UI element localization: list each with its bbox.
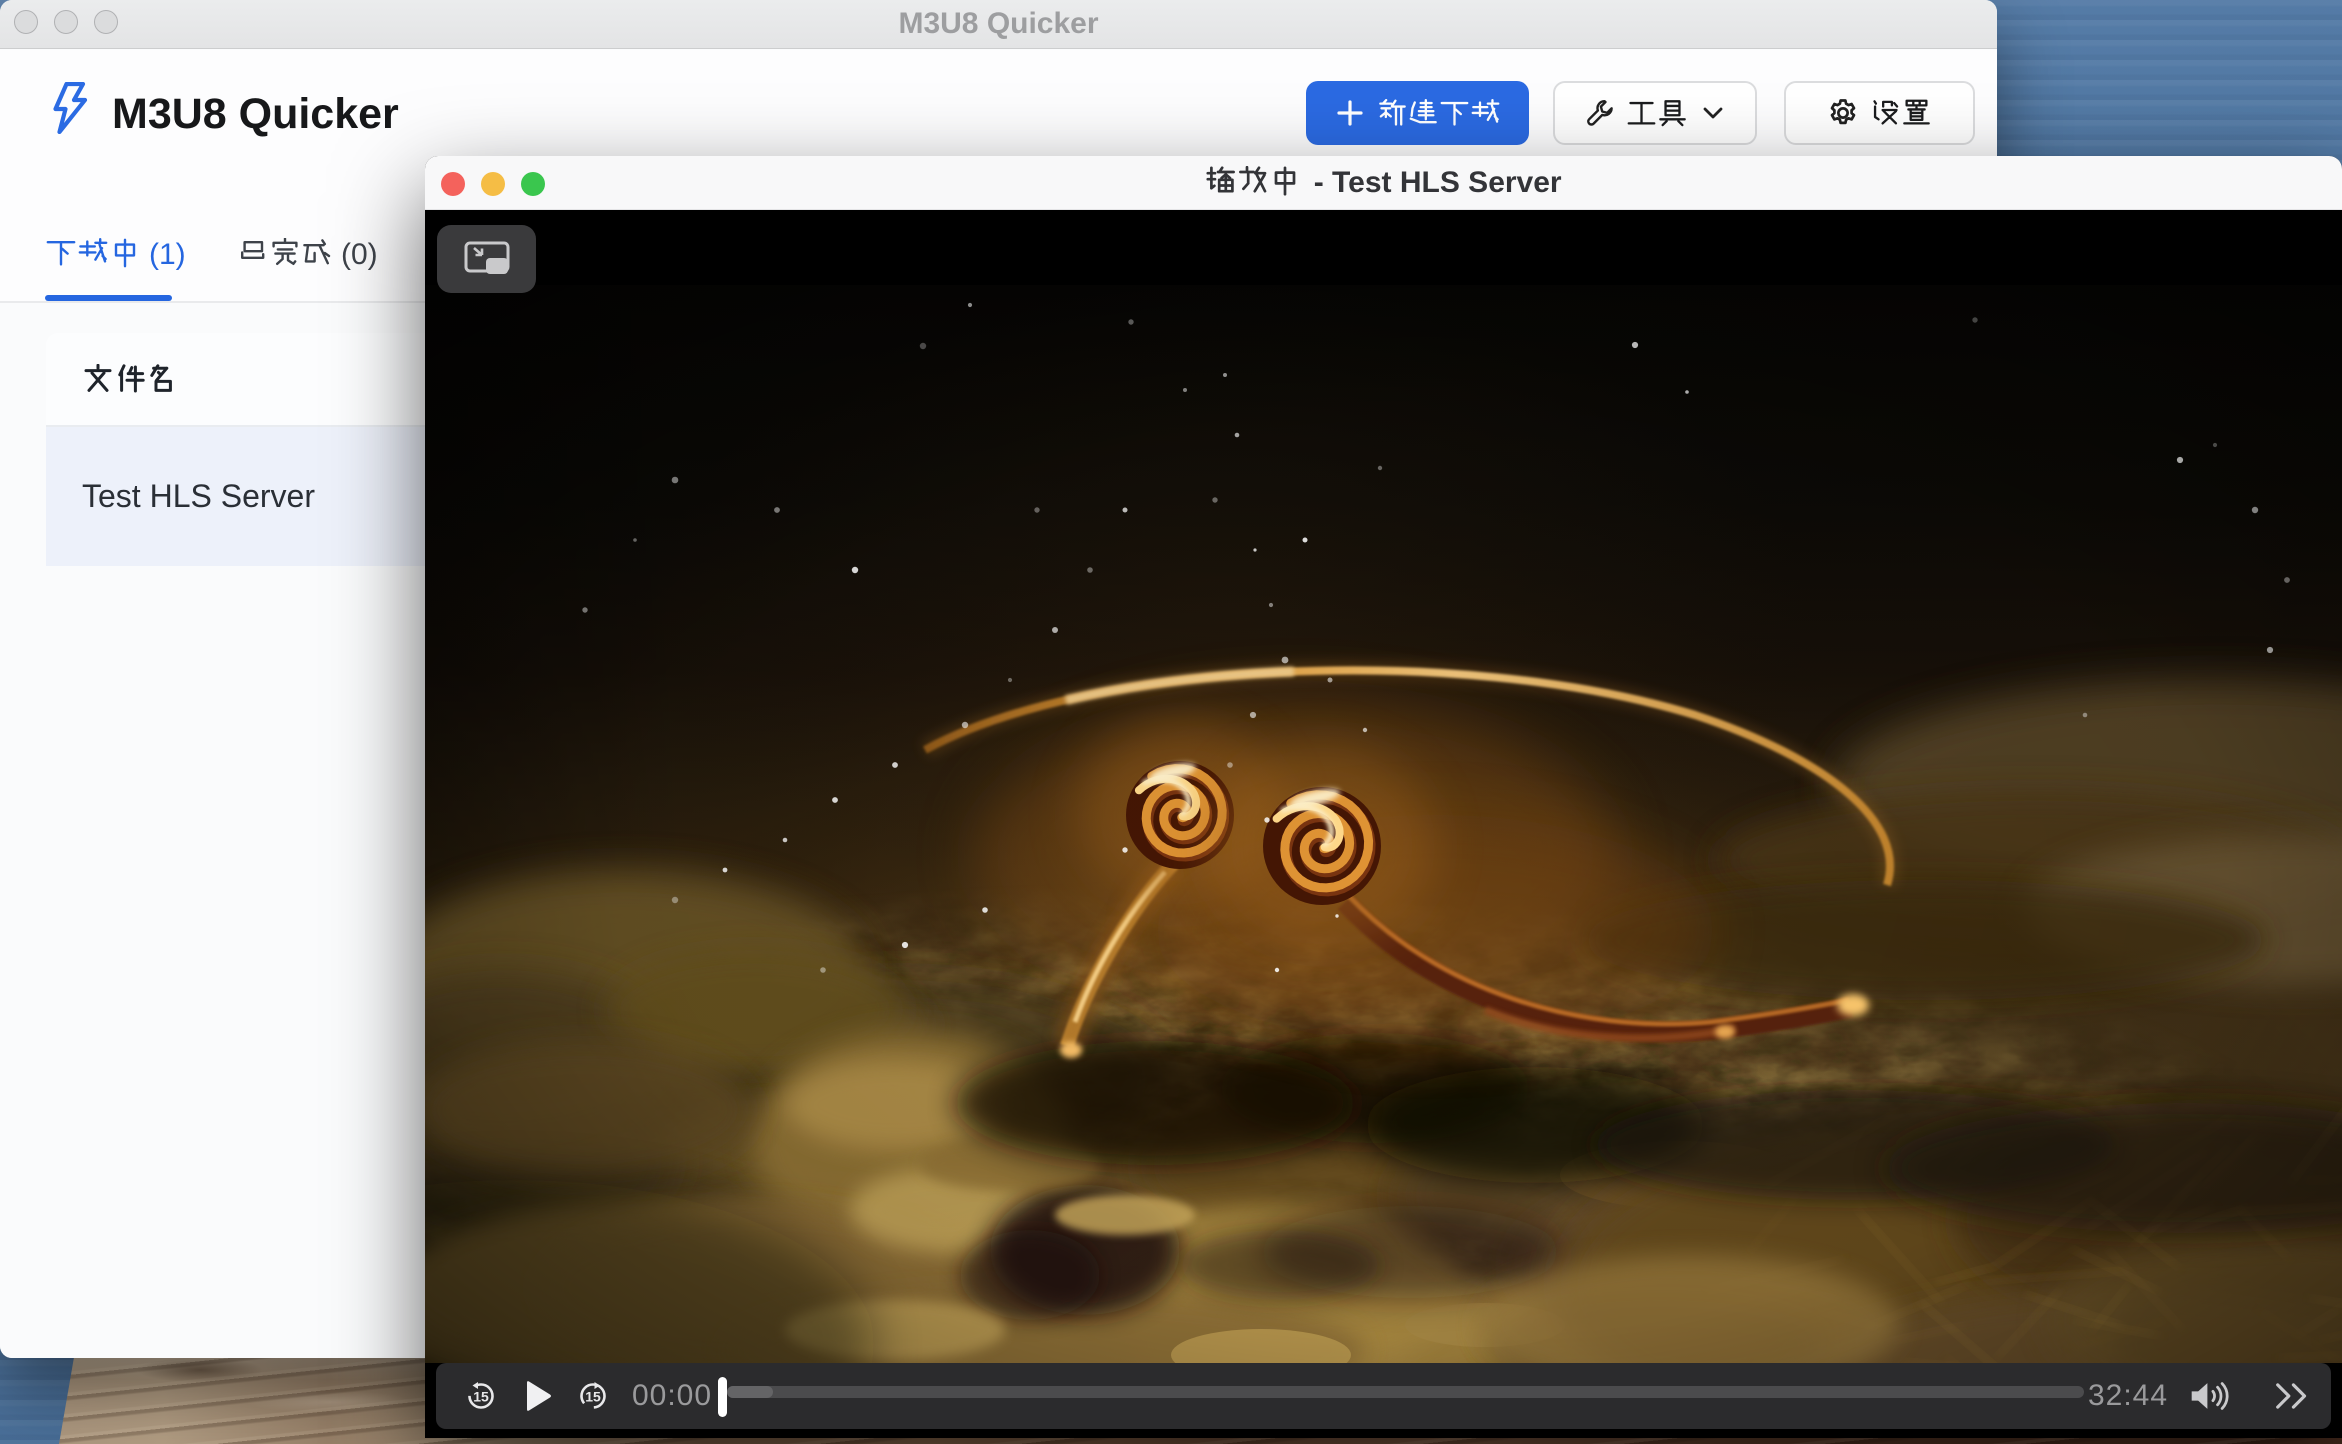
svg-text:15: 15 [585,1389,601,1405]
svg-text:15: 15 [473,1389,489,1405]
